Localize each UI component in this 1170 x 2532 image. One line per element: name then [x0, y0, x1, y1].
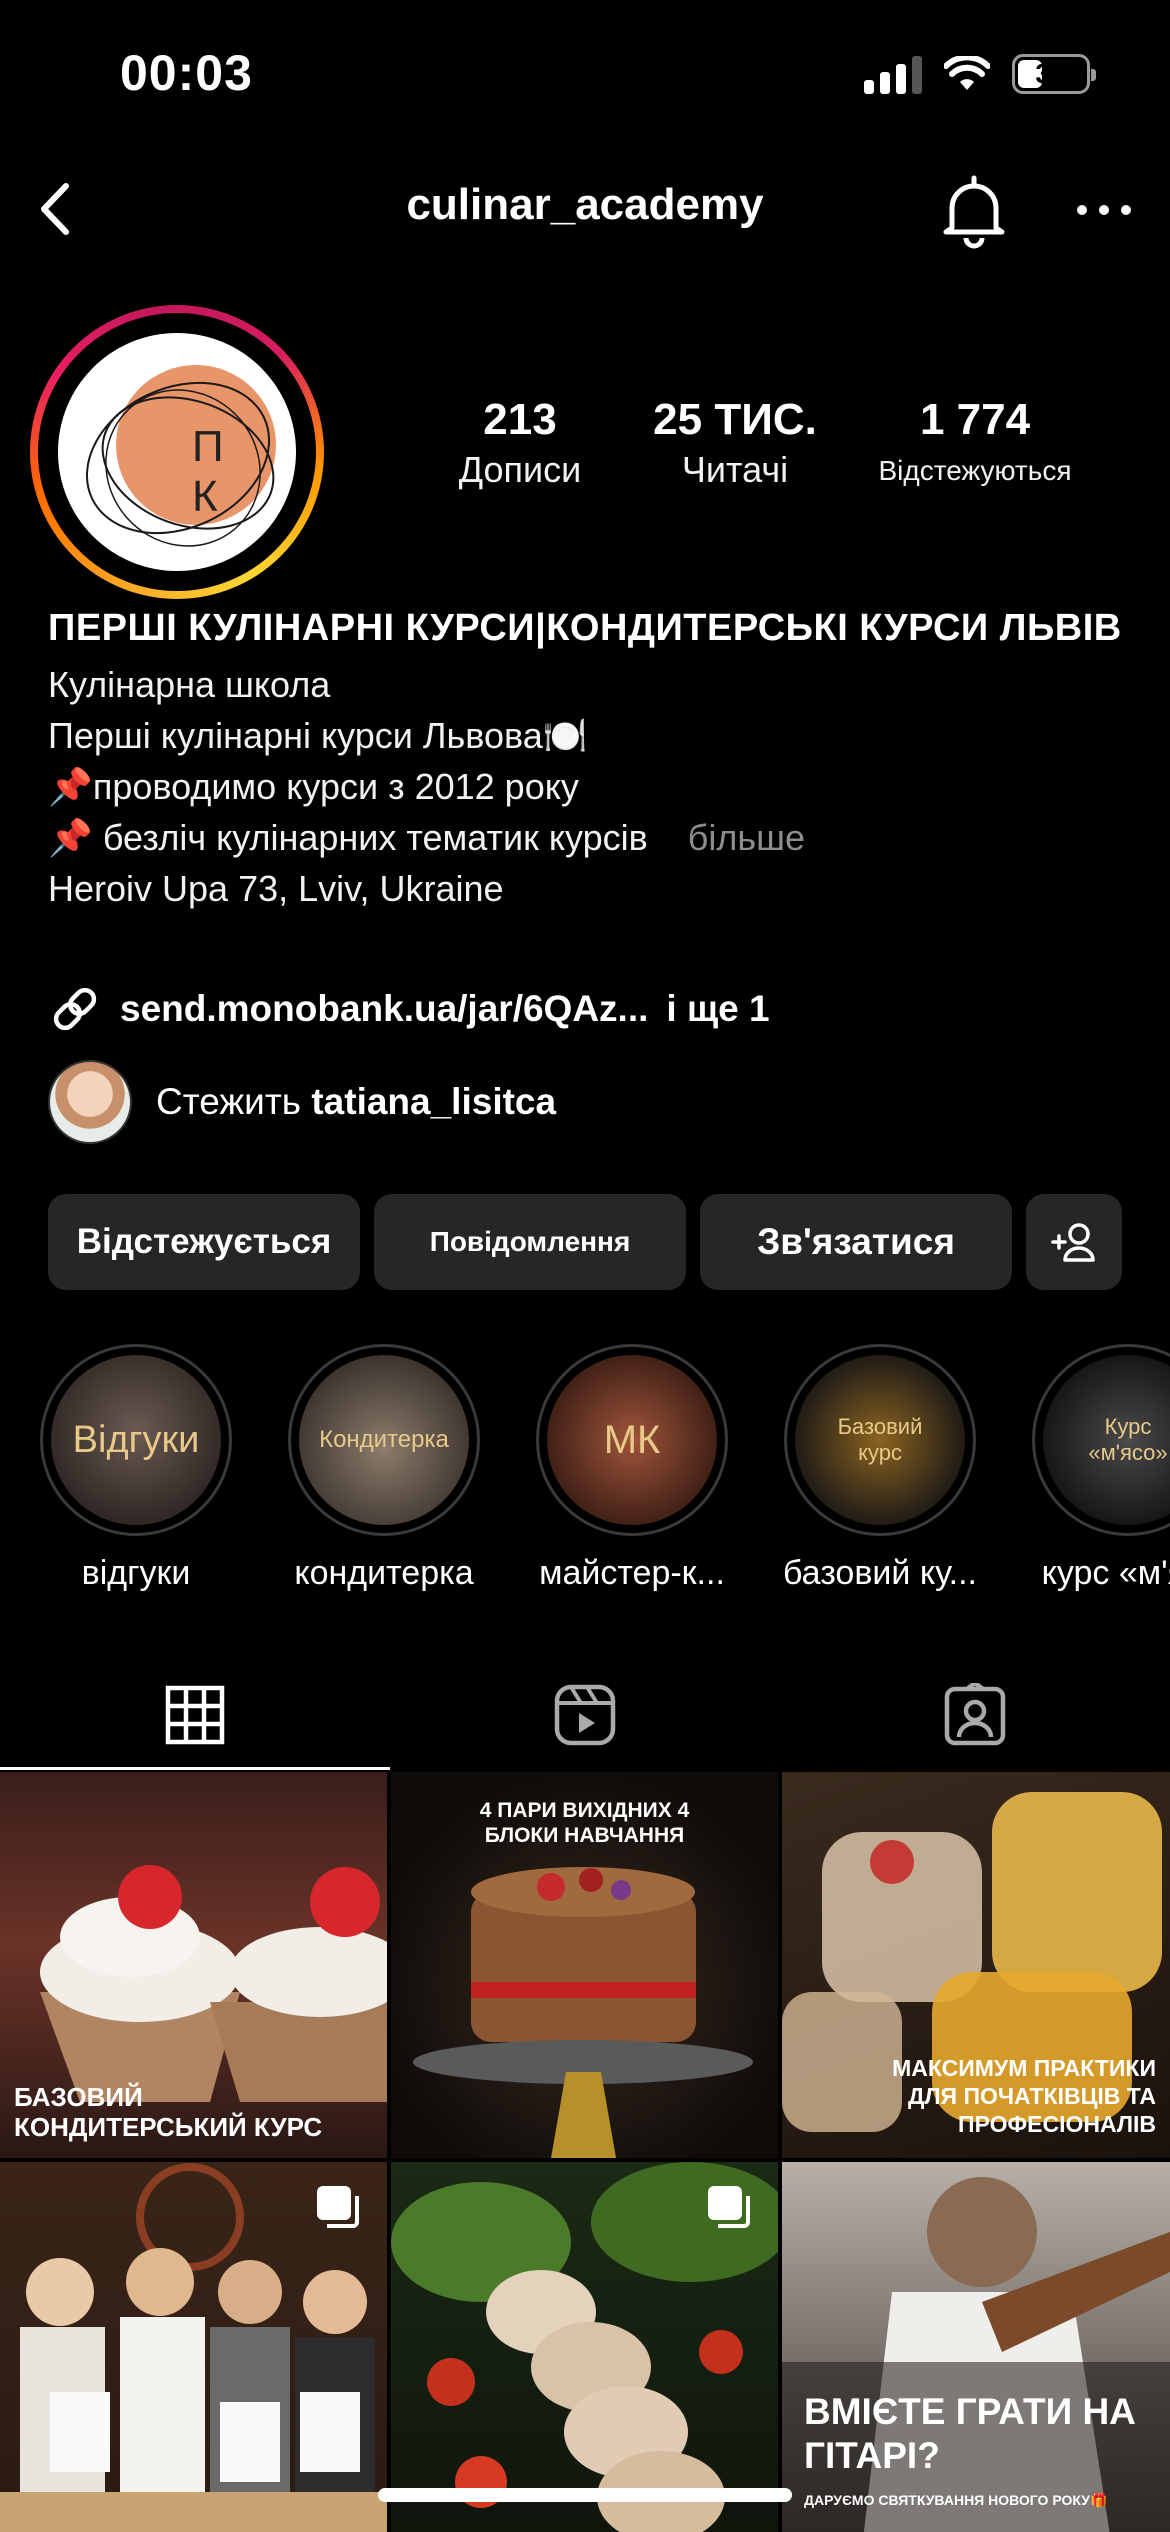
followed-by-row[interactable]: Стежить tatiana_lisitca [48, 1060, 556, 1144]
followed-by-prefix: Стежить [156, 1081, 302, 1122]
highlight-cover: Курс «м'ясо» [1043, 1355, 1170, 1525]
highlight-item[interactable]: Відгуки відгуки [40, 1344, 232, 1593]
highlight-cover: Відгуки [51, 1355, 221, 1525]
bio-line: 📌 безліч кулінарних тематик курсів [48, 817, 648, 858]
cellular-signal-icon [864, 54, 922, 94]
avatar: П К [58, 333, 296, 571]
stat-posts[interactable]: 213 Дописи [430, 395, 610, 491]
battery-percentage: 37 [1035, 58, 1067, 89]
profile-action-buttons: Відстежується Повідомлення Зв'язатися [48, 1194, 1122, 1290]
status-time: 00:03 [120, 45, 253, 101]
highlight-label: майстер-к... [539, 1554, 725, 1592]
highlight-label: відгуки [81, 1554, 191, 1592]
followers-count: 25 ТИС. [653, 395, 817, 444]
post-thumbnail[interactable] [0, 2162, 387, 2532]
logo-letter-bottom: К [192, 472, 218, 521]
highlight-item[interactable]: МК майстер-к... [536, 1344, 728, 1593]
status-icons: 37 [864, 54, 1096, 94]
academy-logo: П К [85, 365, 276, 547]
notification-bell-icon[interactable] [938, 170, 1010, 250]
profile-link[interactable]: send.monobank.ua/jar/6QAz... і ще 1 [48, 982, 770, 1036]
post-caption: ВМІЄТЕ ГРАТИ НА ГІТАРІ? [804, 2391, 1136, 2476]
bio-line-with-more: 📌 безліч кулінарних тематик курсів більше [48, 812, 1128, 863]
highlight-label: базовий ку... [782, 1554, 978, 1592]
post-thumbnail[interactable]: ВМІЄТЕ ГРАТИ НА ГІТАРІ? ДАРУЄМО СВЯТКУВА… [782, 2162, 1170, 2532]
following-count: 1 774 [919, 395, 1031, 444]
bio-line: 📌проводимо курси з 2012 року [48, 766, 579, 807]
reels-icon [554, 1684, 616, 1746]
highlight-cover: Кондитерка [299, 1355, 469, 1525]
post-caption: МАКСИМУМ ПРАКТИКИ ДЛЯ ПОЧАТКІВЦІВ ТА ПРО… [892, 2055, 1156, 2137]
followers-label: Читачі [681, 449, 789, 490]
link-icon [53, 987, 97, 1031]
link-url[interactable]: send.monobank.ua/jar/6QAz... [120, 988, 648, 1030]
add-person-icon [1051, 1223, 1095, 1262]
tab-tagged[interactable] [780, 1660, 1170, 1770]
wifi-icon [944, 56, 990, 90]
profile-content-tabs [0, 1660, 1170, 1770]
suggest-people-button[interactable] [1026, 1194, 1122, 1290]
bio-more-link[interactable]: більше [688, 817, 805, 858]
profile-avatar-story-ring[interactable]: П К [30, 305, 324, 599]
profile-category: Кулінарна школа [48, 664, 331, 705]
followed-by-user[interactable]: tatiana_lisitca [311, 1081, 556, 1122]
post-subcaption: ДАРУЄМО СВЯТКУВАННЯ НОВОГО РОКУ🎁 [804, 2492, 1108, 2508]
tagged-user-icon [944, 1683, 1006, 1746]
following-label: Відстежуються [878, 455, 1072, 486]
multiple-photos-icon [317, 2186, 359, 2228]
multiple-photos-icon [708, 2186, 750, 2228]
follower-avatar [48, 1060, 132, 1144]
profile-bio: ПЕРШІ КУЛІНАРНІ КУРСИ|КОНДИТЕРСЬКІ КУРСИ… [48, 605, 1128, 914]
highlight-label: курс «м'я... [1041, 1554, 1170, 1592]
highlight-label: кондитерка [294, 1554, 474, 1592]
home-indicator[interactable] [378, 2488, 792, 2502]
highlight-item[interactable]: Кондитерка кондитерка [288, 1344, 480, 1593]
grid-icon [165, 1685, 225, 1745]
more-options-icon[interactable] [1068, 174, 1140, 244]
profile-address[interactable]: Heroiv Upa 73, Lviv, Ukraine [48, 863, 1128, 914]
tab-reels[interactable] [390, 1660, 780, 1770]
battery-icon: 37 [1012, 54, 1096, 94]
stat-followers[interactable]: 25 ТИС. Читачі [610, 395, 860, 491]
highlight-cover: МК [547, 1355, 717, 1525]
posts-label: Дописи [458, 449, 582, 490]
contact-button[interactable]: Зв'язатися [700, 1194, 1012, 1290]
profile-display-name: ПЕРШІ КУЛІНАРНІ КУРСИ|КОНДИТЕРСЬКІ КУРСИ… [48, 607, 1122, 649]
link-extra-count[interactable]: і ще 1 [666, 988, 769, 1030]
logo-letter-top: П [192, 422, 224, 471]
highlight-item[interactable]: Курс «м'ясо» курс «м'я... [1032, 1344, 1170, 1593]
highlight-cover: Базовий курс [795, 1355, 965, 1525]
stat-following[interactable]: 1 774 Відстежуються [860, 395, 1090, 491]
post-thumbnail[interactable] [391, 2162, 778, 2532]
post-caption: БАЗОВИЙ КОНДИТЕРСЬКИЙ КУРС [14, 2082, 323, 2142]
profile-stats: 213 Дописи 25 ТИС. Читачі 1 774 Відстежу… [430, 395, 1130, 491]
tab-posts-grid[interactable] [0, 1660, 390, 1770]
cake-image [413, 1867, 753, 2158]
profile-header: culinar_academy [0, 150, 1170, 270]
post-thumbnail[interactable]: МАКСИМУМ ПРАКТИКИ ДЛЯ ПОЧАТКІВЦІВ ТА ПРО… [782, 1772, 1170, 2158]
bio-line: Перші кулінарні курси Львова🍽️ [48, 715, 588, 756]
highlight-item[interactable]: Базовий курс базовий ку... [783, 1344, 977, 1593]
message-button[interactable]: Повідомлення [374, 1194, 686, 1290]
following-button[interactable]: Відстежується [48, 1194, 360, 1290]
posts-grid: БАЗОВИЙ КОНДИТЕРСЬКИЙ КУРС 4 ПАРИ ВИХІДН… [0, 1772, 1170, 2532]
posts-count: 213 [483, 395, 557, 444]
post-thumbnail[interactable]: 4 ПАРИ ВИХІДНИХ 4 БЛОКИ НАВЧАННЯ [391, 1772, 778, 2158]
story-highlights: Відгуки відгуки Кондитерка кондитерка МК… [40, 1344, 1170, 1593]
status-bar: 00:03 37 [0, 0, 1170, 150]
post-thumbnail[interactable]: БАЗОВИЙ КОНДИТЕРСЬКИЙ КУРС [0, 1772, 387, 2158]
